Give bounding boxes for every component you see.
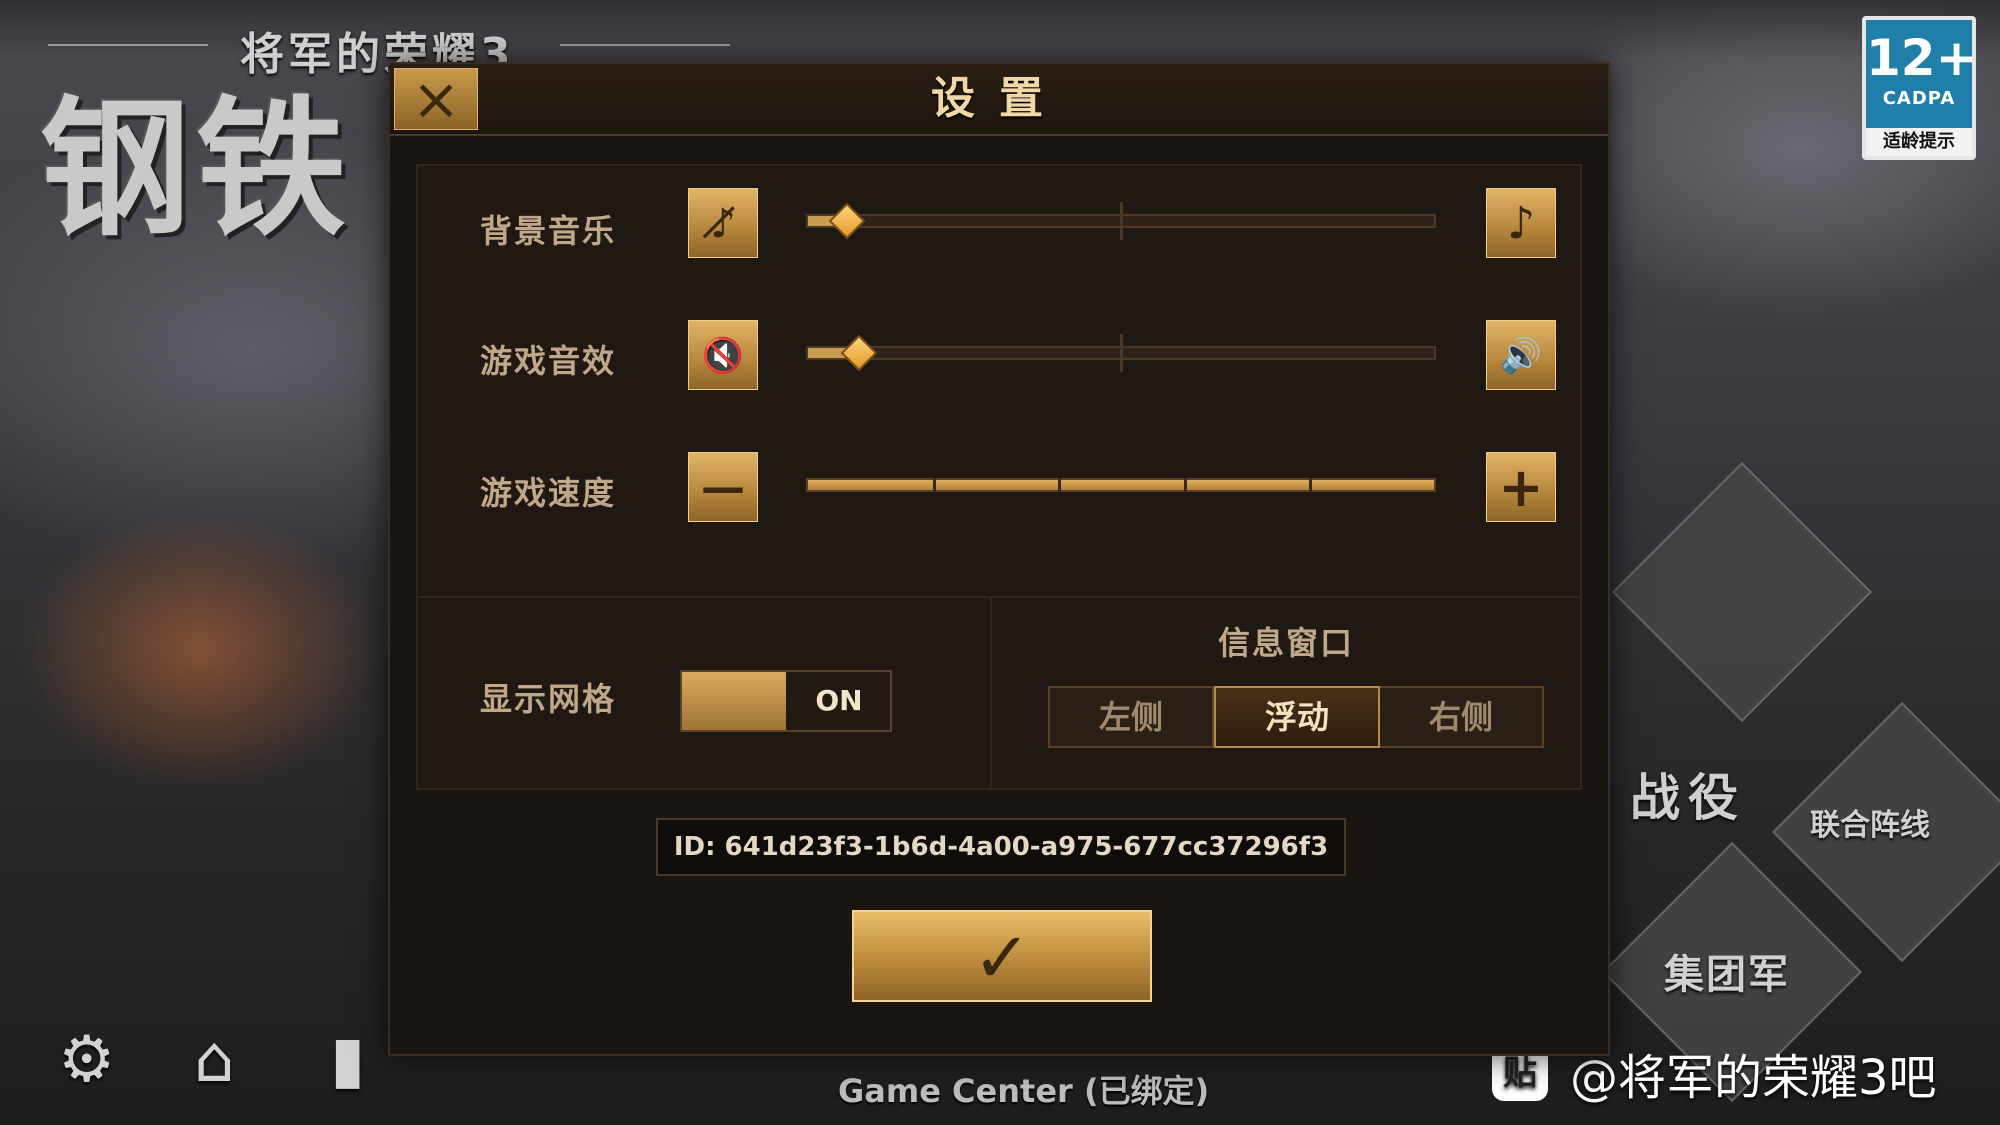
- speed-slider-tick: [1058, 478, 1062, 492]
- info-window-segmented-control: 左侧 浮动 右侧: [1048, 686, 1544, 748]
- info-window-right-option[interactable]: 右侧: [1380, 688, 1542, 746]
- speed-label: 游戏速度: [480, 474, 617, 512]
- sfx-mute-button[interactable]: 🔇: [688, 320, 758, 390]
- menu-army-group[interactable]: 集团军: [1664, 942, 1790, 1000]
- sfx-max-button[interactable]: 🔊: [1486, 320, 1556, 390]
- watermark-text: @将军的荣耀3吧: [1570, 1050, 1937, 1106]
- stats-icon[interactable]: ▮: [330, 1028, 365, 1092]
- age-rating-number: 12+: [1866, 29, 1978, 87]
- brand-line-right: [560, 44, 730, 46]
- music-label: 背景音乐: [480, 212, 617, 250]
- music-mute-button[interactable]: ♪̸: [688, 188, 758, 258]
- age-rating-tip: 适龄提示: [1866, 128, 1972, 156]
- menu-campaign[interactable]: 战役: [1630, 758, 1746, 830]
- speed-slider-tick: [933, 478, 937, 492]
- music-slider-mid-tick: [1120, 202, 1123, 240]
- sfx-slider[interactable]: [806, 334, 1436, 372]
- speed-slider-tick: [1183, 478, 1187, 492]
- close-button[interactable]: ×: [394, 68, 478, 130]
- brand-title: 钢铁: [40, 83, 353, 257]
- sfx-slider-mid-tick: [1120, 334, 1123, 372]
- info-window-left-option[interactable]: 左侧: [1050, 688, 1214, 746]
- speed-slider[interactable]: [806, 478, 1436, 492]
- music-slider[interactable]: [806, 202, 1436, 240]
- game-center-status[interactable]: Game Center (已绑定): [838, 1066, 1209, 1112]
- grid-label: 显示网格: [480, 680, 617, 718]
- music-max-button[interactable]: ♪: [1486, 188, 1556, 258]
- sfx-label: 游戏音效: [480, 342, 617, 380]
- grid-toggle-thumb: [682, 672, 786, 730]
- home-icon[interactable]: ⌂: [194, 1028, 235, 1092]
- brand-line-left: [48, 44, 208, 46]
- confirm-button[interactable]: ✓: [852, 910, 1152, 1002]
- speed-slider-tick: [1308, 478, 1312, 492]
- dialog-title: 设置: [931, 73, 1067, 124]
- settings-dialog: 设置 × 背景音乐 ♪̸ ♪ 游戏音效 🔇 🔊 游戏速度 — + 显示网格 ON…: [388, 62, 1610, 1056]
- info-window-title: 信息窗口: [1217, 624, 1354, 662]
- age-rating-org: CADPA: [1882, 88, 1956, 109]
- menu-united-front[interactable]: 联合阵线: [1810, 800, 1930, 844]
- speed-decrease-button[interactable]: —: [688, 452, 758, 522]
- speed-increase-button[interactable]: +: [1486, 452, 1556, 522]
- info-window-float-option[interactable]: 浮动: [1214, 686, 1380, 748]
- player-id: ID: 641d23f3-1b6d-4a00-a975-677cc37296f3: [656, 818, 1346, 876]
- settings-gear-icon[interactable]: ⚙: [58, 1028, 115, 1092]
- age-rating-badge: 12+ CADPA 适龄提示: [1862, 16, 1978, 160]
- grid-toggle[interactable]: ON: [680, 670, 892, 732]
- grid-toggle-state: ON: [815, 684, 863, 717]
